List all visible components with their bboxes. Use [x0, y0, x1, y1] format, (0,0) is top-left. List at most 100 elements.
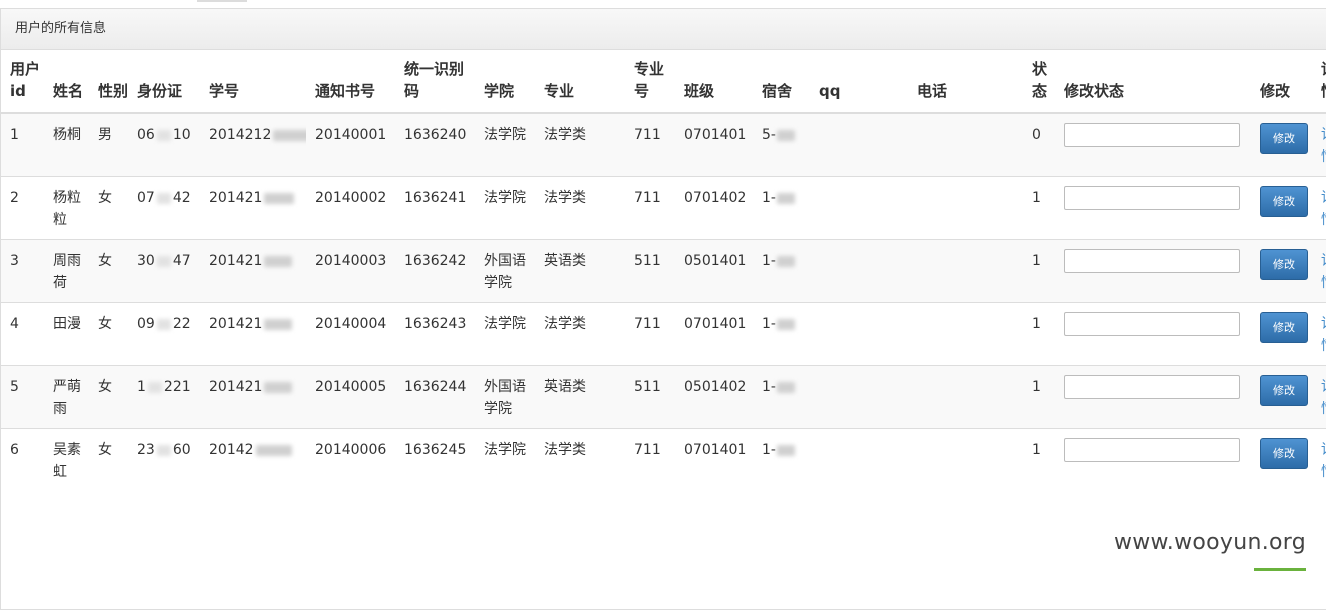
- table-row: 4 田漫女 09 22 201421 20140004 1636243 法学院 法学类 711 07…: [1, 302, 1326, 366]
- cell-phone: [908, 239, 1023, 303]
- redaction-blur: [776, 129, 795, 141]
- cell-major-no: 711: [625, 428, 675, 491]
- detail-link[interactable]: 详情: [1321, 190, 1326, 228]
- table-row: 1 杨桐男 06 10 2014212 20140001 1636240 法学院 法学类 711 0…: [1, 112, 1326, 177]
- redaction-blur: [156, 192, 171, 204]
- detail-link[interactable]: 详情: [1321, 127, 1326, 165]
- col-header-extra: 详情: [1312, 50, 1326, 114]
- id-card-start: 06: [137, 127, 155, 143]
- dorm-prefix: 5-: [762, 127, 776, 143]
- modify-status-input[interactable]: [1064, 312, 1240, 336]
- cell-major: 法学类: [535, 176, 625, 240]
- cell-qq: [810, 239, 908, 303]
- cell-college: 法学院: [475, 112, 535, 177]
- modify-status-input[interactable]: [1064, 186, 1240, 210]
- redaction-blur: [147, 381, 162, 393]
- table-row: 3 周雨荷女 30 47 201421 20140003 1636242 外国语学院 英语类 51…: [1, 239, 1326, 303]
- id-card-start: 1: [137, 379, 146, 395]
- cell-dorm: 5-: [753, 112, 810, 177]
- cell-major: 法学类: [535, 302, 625, 366]
- cell-id-card: 23 60: [128, 428, 200, 491]
- id-card-end: 47: [172, 253, 191, 269]
- detail-link[interactable]: 详情: [1321, 316, 1326, 354]
- cell-major-no: 511: [625, 239, 675, 303]
- cell-status: 1: [1023, 365, 1055, 429]
- col-header-id-card: 身份证: [128, 50, 200, 114]
- cell-modify-status: [1055, 428, 1251, 491]
- modify-button[interactable]: 修改: [1260, 375, 1308, 406]
- cell-extra: 详情: [1312, 428, 1326, 491]
- redaction-blur: [156, 129, 171, 141]
- cell-id-card: 06 10: [128, 112, 200, 177]
- modify-status-input[interactable]: [1064, 375, 1240, 399]
- cell-status: 1: [1023, 302, 1055, 366]
- id-card-end: 221: [163, 379, 191, 395]
- detail-link[interactable]: 详情: [1321, 442, 1326, 480]
- modify-button[interactable]: 修改: [1260, 186, 1308, 217]
- cell-extra: 详情: [1312, 365, 1326, 429]
- cell-user-id: 3: [1, 239, 44, 303]
- cell-student-no: 201421: [200, 239, 306, 303]
- cell-unified-code: 1636243: [395, 302, 475, 366]
- modify-status-input[interactable]: [1064, 249, 1240, 273]
- cell-name: 周雨荷: [44, 239, 89, 303]
- cell-student-no: 201421: [200, 176, 306, 240]
- cell-notice-no: 20140002: [306, 176, 395, 240]
- col-header-major-no: 专业号: [625, 50, 675, 114]
- cell-student-no: 20142: [200, 428, 306, 491]
- cell-name: 杨桐: [44, 112, 89, 177]
- dorm-prefix: 1-: [762, 379, 776, 395]
- cell-major: 英语类: [535, 365, 625, 429]
- cell-qq: [810, 365, 908, 429]
- modify-button[interactable]: 修改: [1260, 312, 1308, 343]
- modify-button[interactable]: 修改: [1260, 438, 1308, 469]
- cell-phone: [908, 365, 1023, 429]
- cell-status: 0: [1023, 112, 1055, 177]
- cell-extra: 详情: [1312, 112, 1326, 177]
- cell-dorm: 1-: [753, 302, 810, 366]
- cell-id-card: 09 22: [128, 302, 200, 366]
- table-row: 2 杨粒粒女 07 42 201421 20140002 1636241 法学院 法学类 711 0…: [1, 176, 1326, 240]
- id-card-end: 42: [172, 190, 191, 206]
- student-no-prefix: 2014212: [209, 127, 272, 143]
- redaction-blur: [264, 318, 293, 330]
- cell-extra: 详情: [1312, 302, 1326, 366]
- table-row: 5 严萌雨女 1 221 201421 20140005 1636244 外国语学院 英语类 51…: [1, 365, 1326, 429]
- cell-unified-code: 1636241: [395, 176, 475, 240]
- cell-notice-no: 20140003: [306, 239, 395, 303]
- modify-status-input[interactable]: [1064, 123, 1240, 147]
- student-no-prefix: 201421: [209, 316, 263, 332]
- id-card-end: 10: [172, 127, 191, 143]
- cell-user-id: 5: [1, 365, 44, 429]
- panel-title: 用户的所有信息: [1, 9, 1326, 50]
- redaction-blur: [255, 444, 292, 456]
- col-header-user-id: 用户id: [1, 50, 44, 114]
- cell-major: 法学类: [535, 428, 625, 491]
- cell-college: 法学院: [475, 176, 535, 240]
- detail-link[interactable]: 详情: [1321, 253, 1326, 291]
- redaction-blur: [776, 255, 795, 267]
- redaction-blur: [264, 381, 293, 393]
- modify-button[interactable]: 修改: [1260, 123, 1308, 154]
- cell-modify: 修改: [1251, 302, 1312, 366]
- cell-gender: 女: [89, 239, 128, 303]
- cell-extra: 详情: [1312, 239, 1326, 303]
- col-header-modify: 修改: [1251, 50, 1312, 114]
- redaction-blur: [776, 318, 795, 330]
- id-card-start: 23: [137, 442, 155, 458]
- cell-status: 1: [1023, 176, 1055, 240]
- cell-id-card: 07 42: [128, 176, 200, 240]
- cell-class: 0701401: [675, 112, 753, 177]
- top-tab-edge: [197, 0, 247, 2]
- detail-link[interactable]: 详情: [1321, 379, 1326, 417]
- col-header-status: 状态: [1023, 50, 1055, 114]
- modify-button[interactable]: 修改: [1260, 249, 1308, 280]
- watermark-text: www.wooyun.org: [1113, 530, 1306, 555]
- redaction-blur: [273, 129, 306, 141]
- cell-user-id: 4: [1, 302, 44, 366]
- cell-phone: [908, 428, 1023, 491]
- dorm-prefix: 1-: [762, 190, 776, 206]
- col-header-name: 姓名: [44, 50, 89, 114]
- cell-user-id: 2: [1, 176, 44, 240]
- modify-status-input[interactable]: [1064, 438, 1240, 462]
